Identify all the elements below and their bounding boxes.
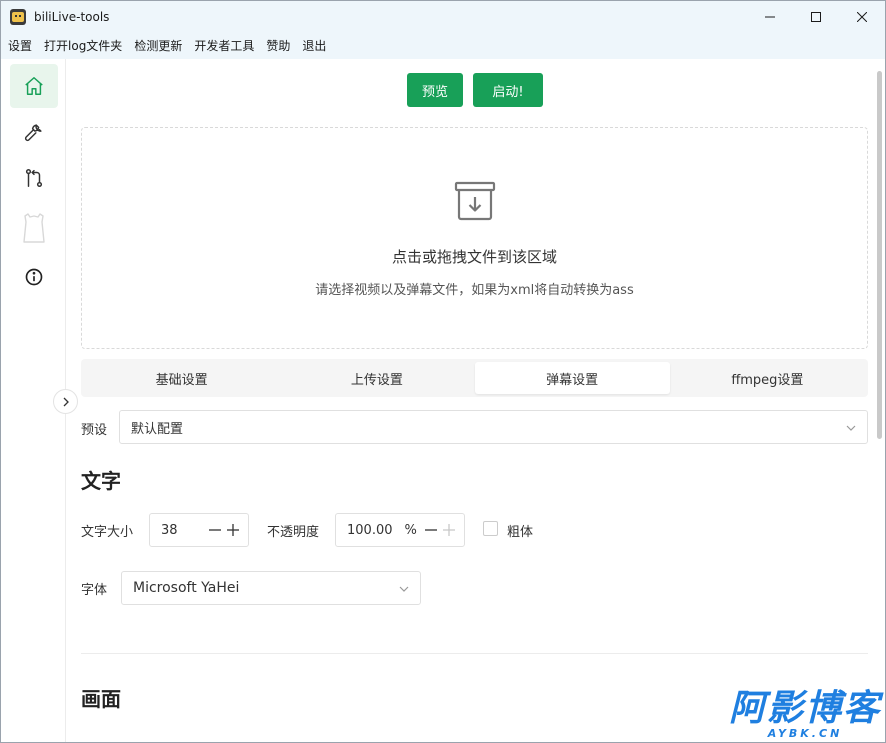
- window-controls: [747, 1, 885, 33]
- font-label: 字体: [81, 583, 108, 598]
- picture-section-title: 画面: [81, 687, 121, 711]
- start-button[interactable]: 启动!: [473, 73, 543, 107]
- tab-danmaku-settings[interactable]: 弹幕设置: [474, 362, 670, 394]
- preset-label: 预设: [81, 423, 108, 438]
- app-logo-icon: [10, 9, 26, 25]
- minimize-icon: [765, 16, 775, 18]
- close-button[interactable]: [839, 1, 885, 33]
- bold-checkbox[interactable]: [483, 521, 498, 536]
- maximize-button[interactable]: [793, 1, 839, 33]
- preview-button[interactable]: 预览: [407, 73, 463, 107]
- bilibili-tv-icon: [23, 213, 45, 243]
- watermark-sub: AYBK.CN: [767, 727, 843, 740]
- watermark-main: 阿影博客: [728, 688, 881, 729]
- opacity-label: 不透明度: [267, 525, 320, 540]
- app-window: biliLive-tools 设置 打开log文件夹 检测更新 开发者工具 赞助…: [0, 0, 886, 743]
- font-size-stepper[interactable]: 38: [149, 513, 249, 547]
- preset-select[interactable]: 默认配置: [119, 410, 868, 444]
- opacity-stepper[interactable]: 100.00 %: [335, 513, 465, 547]
- sidebar-item-compare[interactable]: [10, 156, 58, 200]
- window-title: biliLive-tools: [34, 10, 110, 24]
- menu-dev-tools[interactable]: 开发者工具: [194, 33, 254, 59]
- minimize-button[interactable]: [747, 1, 793, 33]
- main-content: 预览 启动! 点击或拖拽文件到该区域 请选择视频以及弹幕文件，如果为xml将自动…: [67, 59, 874, 742]
- font-size-label: 文字大小: [81, 525, 134, 540]
- chevron-right-icon: [63, 397, 69, 406]
- font-select[interactable]: Microsoft YaHei: [121, 571, 421, 605]
- menu-sponsor[interactable]: 赞助: [266, 33, 290, 59]
- dropzone-subtitle: 请选择视频以及弹幕文件，如果为xml将自动转换为ass: [315, 283, 634, 298]
- tab-basic-settings[interactable]: 基础设置: [84, 362, 279, 394]
- bold-label: 粗体: [507, 525, 534, 540]
- opacity-unit: %: [404, 522, 417, 538]
- home-icon: [25, 77, 43, 95]
- watermark: 阿影博客 AYBK.CN: [729, 690, 881, 740]
- menu-exit[interactable]: 退出: [302, 33, 326, 59]
- menu-check-update[interactable]: 检测更新: [134, 33, 182, 59]
- tab-upload-settings[interactable]: 上传设置: [279, 362, 474, 394]
- section-divider: [81, 653, 868, 654]
- file-dropzone[interactable]: 点击或拖拽文件到该区域 请选择视频以及弹幕文件，如果为xml将自动转换为ass: [81, 127, 868, 349]
- archive-download-icon: [454, 181, 496, 221]
- git-compare-icon: [25, 169, 43, 187]
- menu-settings[interactable]: 设置: [8, 33, 32, 59]
- plus-icon[interactable]: [226, 523, 240, 537]
- plus-icon[interactable]: [442, 523, 456, 537]
- sidebar-expand-button[interactable]: [53, 389, 78, 414]
- title-bar: biliLive-tools: [1, 1, 885, 33]
- chevron-down-icon: [399, 586, 409, 592]
- sidebar-item-home[interactable]: [10, 64, 58, 108]
- scrollbar-thumb[interactable]: [877, 71, 882, 439]
- font-size-value: 38: [161, 522, 178, 538]
- chevron-down-icon: [846, 425, 856, 431]
- minus-icon[interactable]: [424, 523, 438, 537]
- maximize-icon: [811, 12, 821, 22]
- menu-open-log-folder[interactable]: 打开log文件夹: [44, 33, 122, 59]
- text-section-title: 文字: [81, 469, 121, 493]
- font-value: Microsoft YaHei: [133, 580, 240, 596]
- tab-ffmpeg-settings[interactable]: ffmpeg设置: [670, 362, 865, 394]
- dropzone-title: 点击或拖拽文件到该区域: [391, 248, 557, 266]
- vertical-scrollbar[interactable]: [874, 59, 885, 742]
- close-icon: [857, 12, 867, 22]
- minus-icon[interactable]: [208, 523, 222, 537]
- preset-value: 默认配置: [131, 421, 184, 437]
- sidebar-item-bilibili[interactable]: [10, 206, 58, 250]
- menu-bar: 设置 打开log文件夹 检测更新 开发者工具 赞助 退出: [1, 33, 885, 59]
- opacity-value: 100.00: [347, 522, 393, 538]
- sidebar-item-about[interactable]: [10, 255, 58, 299]
- wrench-icon: [24, 124, 42, 142]
- settings-tabs: 基础设置 上传设置 弹幕设置 ffmpeg设置: [81, 359, 868, 397]
- info-icon: [25, 268, 43, 286]
- sidebar-item-tools[interactable]: [10, 110, 58, 154]
